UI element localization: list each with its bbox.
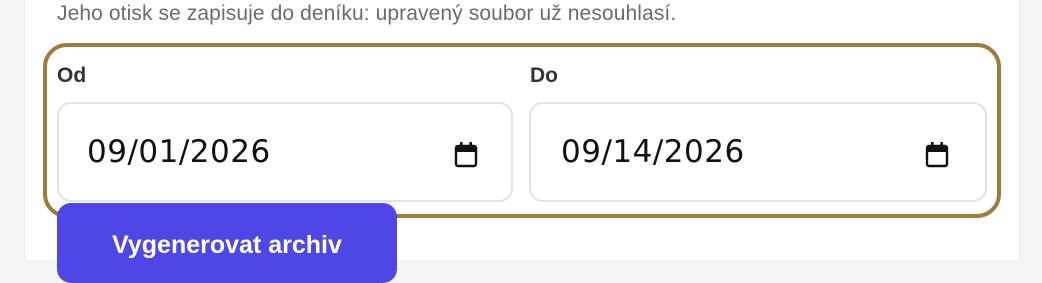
from-date-label: Od — [57, 64, 87, 87]
help-text: Jeho otisk se zapisuje do deníku: uprave… — [57, 2, 677, 25]
calendar-icon[interactable] — [925, 142, 949, 168]
from-date-value[interactable]: 09/01/2026 — [87, 134, 271, 170]
from-date-input[interactable]: 09/01/2026 — [57, 102, 513, 202]
generate-archive-label: Vygenerovat archiv — [112, 231, 342, 259]
calendar-icon[interactable] — [454, 142, 478, 168]
to-date-input[interactable]: 09/14/2026 — [529, 102, 987, 202]
to-date-label: Do — [530, 64, 558, 87]
generate-archive-button[interactable]: Vygenerovat archiv — [57, 203, 397, 283]
to-date-value[interactable]: 09/14/2026 — [561, 134, 745, 170]
